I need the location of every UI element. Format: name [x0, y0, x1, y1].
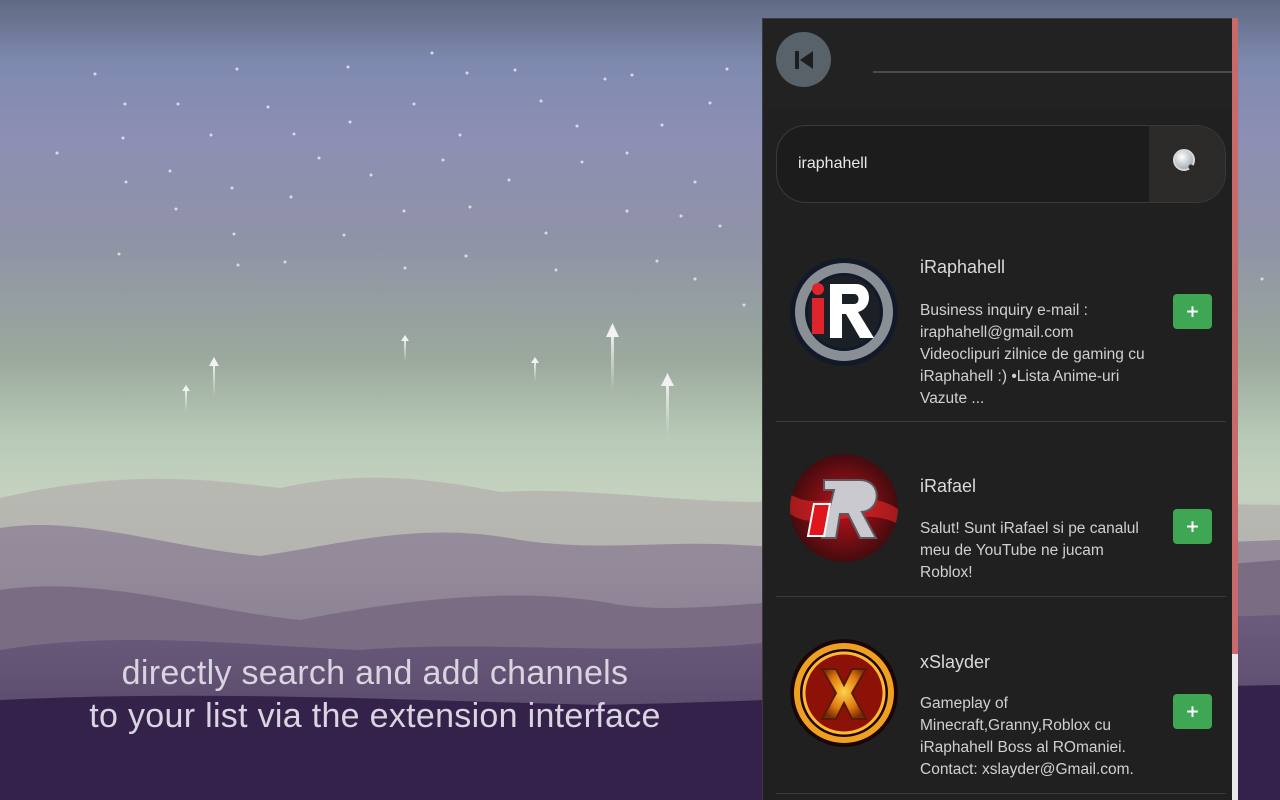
irafael-logo: [790, 454, 898, 562]
search-bar: [776, 125, 1226, 203]
search-icon: [1173, 149, 1203, 179]
search-input[interactable]: [777, 126, 1149, 202]
iraphahell-logo: [790, 258, 898, 366]
extension-popup: iRaphahell Business inquiry e-mail : ira…: [762, 18, 1233, 800]
skip-back-icon: [794, 50, 813, 69]
promo-caption-line-2: to your list via the extension interface: [89, 697, 661, 735]
result-item: xSlayder Gameplay of Minecraft,Granny,Ro…: [776, 597, 1226, 794]
desktop-background: directly search and add channels to your…: [0, 0, 1280, 800]
result-item: iRafael Salut! Sunt iRafael si pe canalu…: [776, 422, 1226, 597]
add-channel-button[interactable]: +: [1173, 509, 1212, 544]
channel-description: Business inquiry e-mail : iraphahell@gma…: [920, 302, 1145, 407]
popup-header: [763, 19, 1233, 110]
promo-caption-line-1: directly search and add channels: [121, 654, 629, 692]
result-item: iRaphahell Business inquiry e-mail : ira…: [776, 221, 1226, 422]
back-button[interactable]: [776, 32, 831, 87]
xslayder-logo: [790, 639, 898, 747]
channel-avatar[interactable]: [790, 639, 898, 747]
channel-title[interactable]: xSlayder: [920, 652, 990, 673]
scrollbar-thumb[interactable]: [1232, 18, 1238, 654]
channel-avatar[interactable]: [790, 454, 898, 562]
channel-title[interactable]: iRafael: [920, 476, 976, 497]
channel-title[interactable]: iRaphahell: [920, 257, 1005, 278]
add-channel-button[interactable]: +: [1173, 694, 1212, 729]
popup-scrollbar[interactable]: [1232, 18, 1238, 800]
header-divider: [873, 71, 1233, 73]
channel-description: Gameplay of Minecraft,Granny,Roblox cu i…: [920, 695, 1134, 778]
search-button[interactable]: [1149, 126, 1225, 202]
channel-avatar[interactable]: [790, 258, 898, 366]
add-channel-button[interactable]: +: [1173, 294, 1212, 329]
channel-description: Salut! Sunt iRafael si pe canalul meu de…: [920, 520, 1139, 581]
